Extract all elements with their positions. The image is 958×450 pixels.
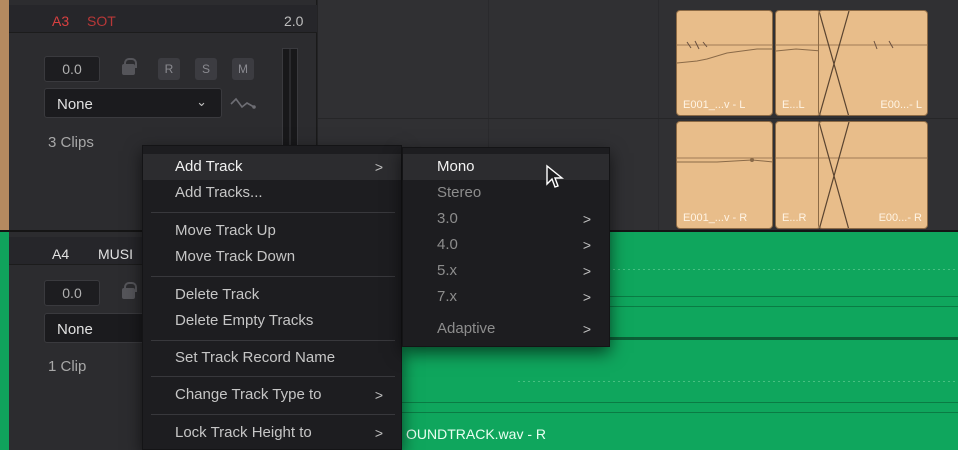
menu-item-label: Delete Track [175,286,260,303]
track-a3-effect-select[interactable]: None ⌄ [44,88,222,118]
chevron-down-icon: ⌄ [196,94,207,109]
track-a4-clip-count: 1 Clip [48,358,87,375]
menu-item-label: Change Track Type to [175,386,322,403]
audio-clip[interactable]: E001_...v - L [676,10,773,116]
menu-item-label: Add Tracks... [175,184,263,201]
clip-label: E...L [782,99,805,111]
track-a4-effect-value: None [57,321,93,338]
menu-item-label: 5.x [437,262,458,279]
track-a3-name[interactable]: SOT [87,13,116,29]
clip-label: E001_...v - L [683,99,746,111]
record-arm-button[interactable]: R [158,58,180,80]
menu-separator [151,376,395,377]
fairlight-timeline: A3 SOT 2.0 0.0 R S M None ⌄ 3 Clips E001… [0,0,958,450]
track-a3-volume[interactable]: 0.0 [44,56,100,82]
lock-icon[interactable] [122,282,137,299]
mute-button[interactable]: M [232,58,254,80]
clip-label: E00...- R [878,212,922,224]
track-a4-volume[interactable]: 0.0 [44,280,100,306]
menu-item-label: Move Track Up [175,222,276,239]
submenu-item-adaptive[interactable]: Adaptive > [403,316,609,342]
chevron-right-icon: > [582,263,591,279]
track-context-menu: Add Track > Add Tracks... Move Track Up … [142,145,402,450]
channel-band-line [318,412,958,413]
submenu-item-mono[interactable]: Mono [403,154,609,180]
menu-item-delete-empty-tracks[interactable]: Delete Empty Tracks [143,308,401,334]
chevron-right-icon: > [582,211,591,227]
track-a4-name[interactable]: MUSI [98,246,133,262]
record-arm-label: R [164,62,174,76]
track-a3-volume-value: 0.0 [62,61,82,77]
menu-item-label: 4.0 [437,236,458,253]
track-a3-color-strip [0,0,9,230]
menu-item-label: 3.0 [437,210,458,227]
menu-item-label: Stereo [437,184,482,201]
submenu-item-3-0[interactable]: 3.0 > [403,206,609,232]
submenu-item-5-x[interactable]: 5.x > [403,258,609,284]
menu-separator [151,276,395,277]
chevron-right-icon: > [374,387,383,403]
menu-item-delete-track[interactable]: Delete Track [143,282,401,308]
chevron-right-icon: > [582,321,591,337]
track-a4-id: A4 [52,246,70,262]
chevron-right-icon: > [582,237,591,253]
audio-clip[interactable]: E00...- R [818,121,928,229]
mouse-pointer-icon [546,164,564,188]
chevron-right-icon: > [374,159,383,175]
audio-clip[interactable]: E...R [775,121,821,229]
menu-item-label: Set Track Record Name [175,349,336,366]
menu-item-lock-track-height[interactable]: Lock Track Height to > [143,420,401,446]
submenu-item-7-x[interactable]: 7.x > [403,284,609,310]
menu-item-label: Delete Empty Tracks [175,312,314,329]
track-a3-effect-value: None [57,96,93,113]
menu-item-label: Mono [437,158,475,175]
track-a4-color-strip [0,232,9,450]
track-a3-clip-count: 3 Clips [48,134,94,151]
automation-curve-icon[interactable] [230,96,256,112]
chevron-right-icon: > [374,425,383,441]
menu-item-move-track-down[interactable]: Move Track Down [143,244,401,270]
clip-label: E00...- L [880,99,922,111]
track-a4-volume-value: 0.0 [62,285,82,301]
track-a3-format: 2.0 [284,13,304,29]
menu-item-label: 7.x [437,288,458,305]
audio-clip[interactable]: E...L [775,10,821,116]
menu-separator [151,212,395,213]
menu-item-set-track-record-name[interactable]: Set Track Record Name [143,345,401,371]
menu-item-label: Add Track [175,158,243,175]
clip-label: OUNDTRACK.wav - R [406,426,547,442]
menu-separator [151,414,395,415]
audio-clip[interactable]: E001_...v - R [676,121,773,229]
menu-item-add-track[interactable]: Add Track > [143,154,401,180]
menu-item-label: Adaptive [437,320,496,337]
clip-label: E001_...v - R [683,212,748,224]
menu-item-move-track-up[interactable]: Move Track Up [143,218,401,244]
lock-icon[interactable] [122,58,137,75]
solo-button[interactable]: S [195,58,217,80]
add-track-submenu: Mono Stereo 3.0 > 4.0 > 5.x > 7.x > Adap… [402,147,610,347]
solo-label: S [201,62,210,76]
clip-label: E...R [782,212,807,224]
channel-separator [318,118,958,119]
channel-band-line [318,402,958,403]
menu-separator [151,340,395,341]
chevron-right-icon: > [582,289,591,305]
audio-clip[interactable]: E00...- L [818,10,928,116]
menu-item-change-track-type[interactable]: Change Track Type to > [143,382,401,408]
track-a3-id: A3 [52,13,70,29]
submenu-item-4-0[interactable]: 4.0 > [403,232,609,258]
submenu-item-stereo[interactable]: Stereo [403,180,609,206]
audio-waveform [518,381,958,382]
menu-item-label: Lock Track Height to [175,424,312,441]
grid-line [658,0,659,230]
menu-item-label: Move Track Down [175,248,296,265]
mute-label: M [238,62,248,76]
menu-item-add-tracks[interactable]: Add Tracks... [143,180,401,206]
